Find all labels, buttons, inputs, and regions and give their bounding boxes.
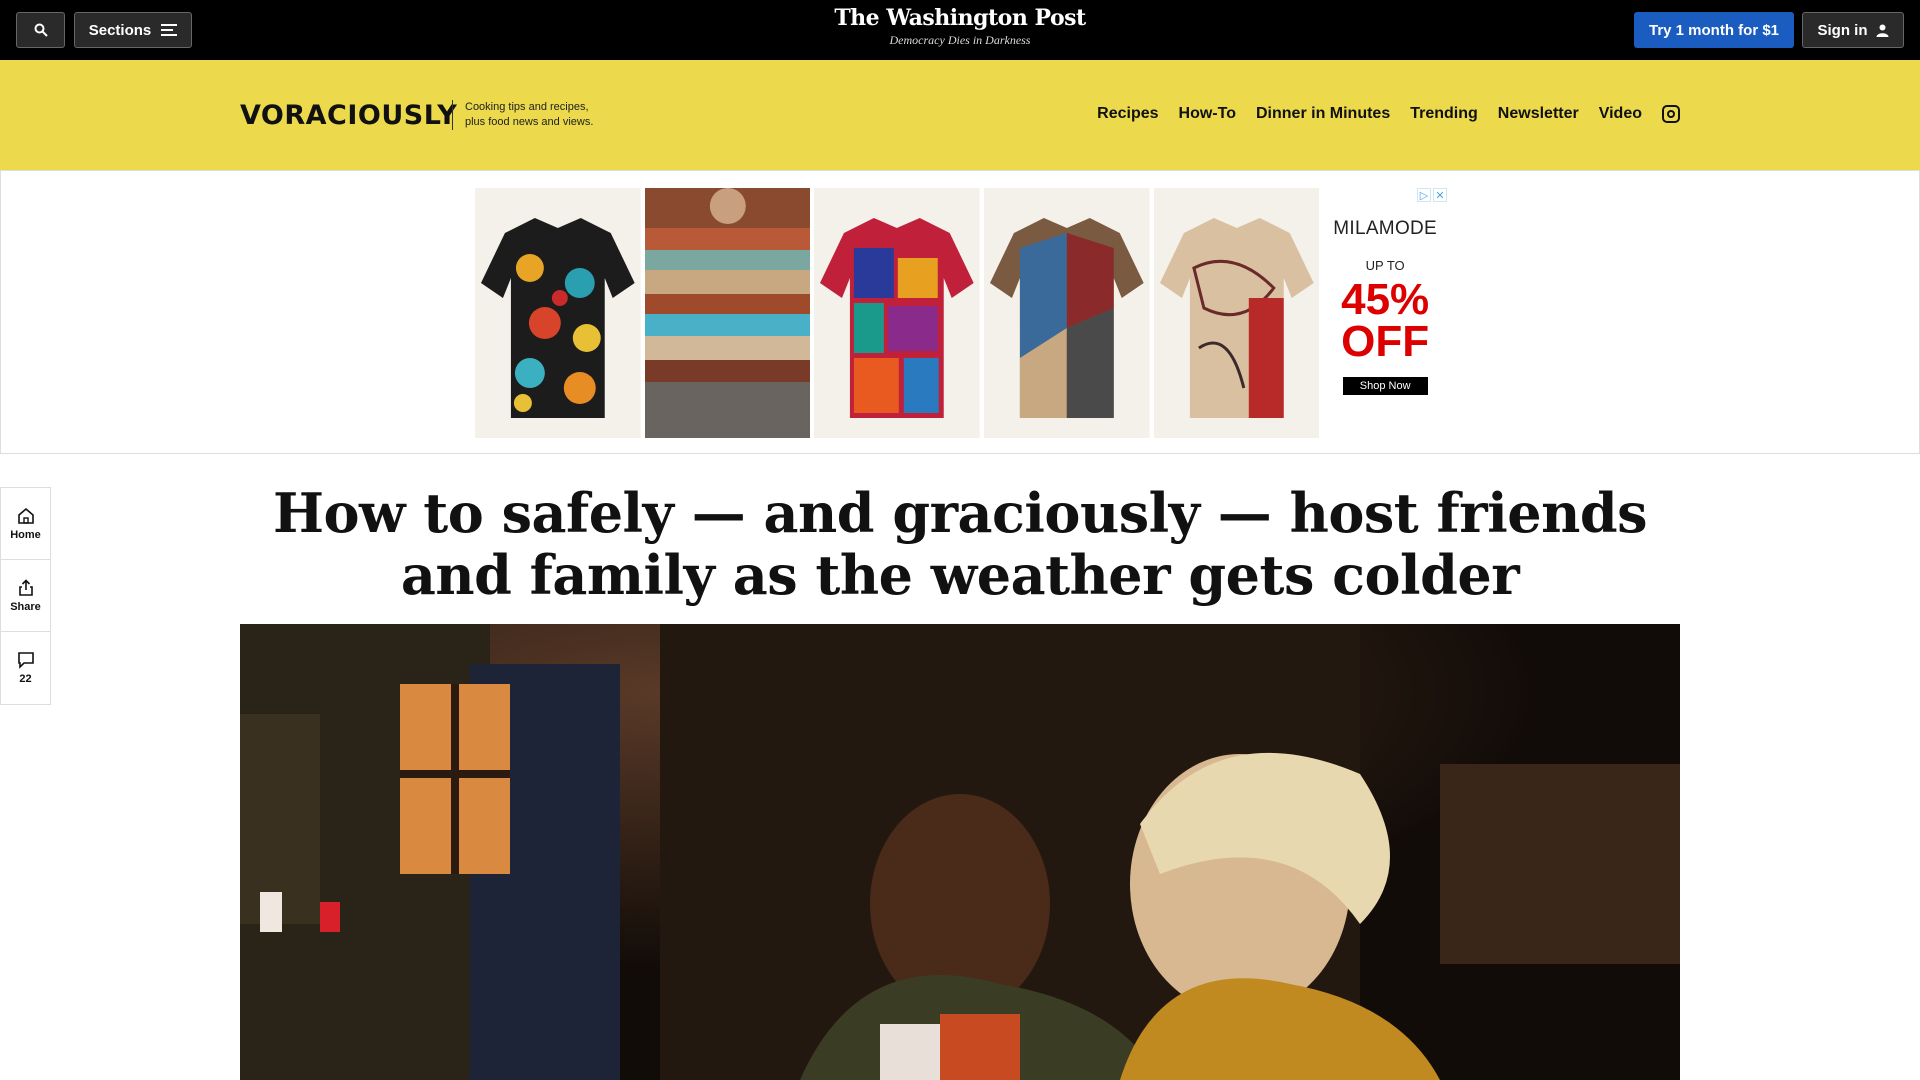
ad-copy-panel[interactable]: ▷ ✕ MILAMODE UP TO 45% OFF Shop Now (1323, 188, 1448, 438)
ad-shirt-image-5[interactable] (1153, 188, 1320, 438)
logo-divider (452, 100, 453, 130)
article-headline: How to safely — and graciously — host fr… (272, 481, 1648, 607)
washington-post-masthead[interactable]: The Washington Post Democracy Dies in Da… (760, 5, 1160, 48)
top-navigation-bar: Sections The Washington Post Democracy D… (0, 0, 1920, 60)
voraciously-logo[interactable]: VORACIOUSLY (240, 100, 457, 131)
washington-post-logo[interactable]: The Washington Post (760, 5, 1160, 31)
ad-shirt-image-3[interactable] (814, 188, 980, 438)
ad-shirt-image-4[interactable] (983, 188, 1150, 438)
voraciously-section-header: VORACIOUSLY Cooking tips and recipes, pl… (0, 60, 1920, 170)
section-nav: Recipes How-To Dinner in Minutes Trendin… (1097, 105, 1680, 123)
ad-controls: ▷ ✕ (1417, 188, 1448, 202)
ad-discount-off: OFF (1341, 317, 1430, 366)
rail-home-label: Home (10, 528, 41, 541)
ad-choices-icon[interactable]: ▷ (1417, 188, 1432, 202)
masthead-tagline: Democracy Dies in Darkness (889, 33, 1031, 47)
instagram-icon[interactable] (1662, 105, 1680, 123)
nav-how-to[interactable]: How-To (1179, 105, 1236, 123)
user-icon (1876, 24, 1888, 37)
sign-in-button[interactable]: Sign in (1802, 12, 1904, 48)
advertisement-banner[interactable]: ▷ ✕ MILAMODE UP TO 45% OFF Shop Now (475, 188, 1448, 438)
ad-up-to: UP TO (1365, 258, 1405, 273)
ad-container: ▷ ✕ MILAMODE UP TO 45% OFF Shop Now (0, 170, 1920, 454)
section-tagline-line2: plus food news and views. (465, 116, 594, 128)
sections-label: Sections (88, 21, 152, 39)
article-hero-image[interactable] (240, 624, 1680, 1080)
subscribe-trial-button[interactable]: Try 1 month for $1 (1634, 12, 1794, 48)
ad-shop-now-button[interactable]: Shop Now (1342, 377, 1428, 395)
ad-discount-value: 45% (1341, 275, 1430, 324)
nav-newsletter[interactable]: Newsletter (1498, 105, 1579, 123)
home-icon (17, 507, 34, 524)
section-tagline-line1: Cooking tips and recipes, (465, 101, 589, 113)
rail-comments-button[interactable]: 22 (1, 632, 50, 704)
section-tagline: Cooking tips and recipes, plus food news… (465, 100, 625, 130)
comment-icon (17, 652, 34, 669)
rail-share-label: Share (10, 600, 41, 613)
nav-recipes[interactable]: Recipes (1097, 105, 1158, 123)
nav-video[interactable]: Video (1599, 105, 1642, 123)
rail-comments-count: 22 (19, 673, 32, 685)
search-icon (34, 23, 48, 37)
sections-button[interactable]: Sections (74, 12, 192, 48)
ad-brand: MILAMODE (1333, 218, 1438, 239)
menu-icon (161, 24, 178, 36)
article-side-rail: Home Share 22 (0, 487, 51, 705)
search-button[interactable] (16, 12, 65, 48)
hero-photo (240, 624, 1680, 1080)
rail-home-button[interactable]: Home (1, 488, 50, 560)
nav-trending[interactable]: Trending (1410, 105, 1478, 123)
rail-share-button[interactable]: Share (1, 560, 50, 632)
sign-in-label: Sign in (1817, 21, 1868, 39)
ad-shirt-image-2[interactable] (644, 188, 811, 438)
ad-shirt-image-1[interactable] (475, 188, 641, 438)
close-icon[interactable]: ✕ (1433, 188, 1448, 202)
nav-dinner-in-minutes[interactable]: Dinner in Minutes (1256, 105, 1390, 123)
share-icon (18, 578, 33, 596)
